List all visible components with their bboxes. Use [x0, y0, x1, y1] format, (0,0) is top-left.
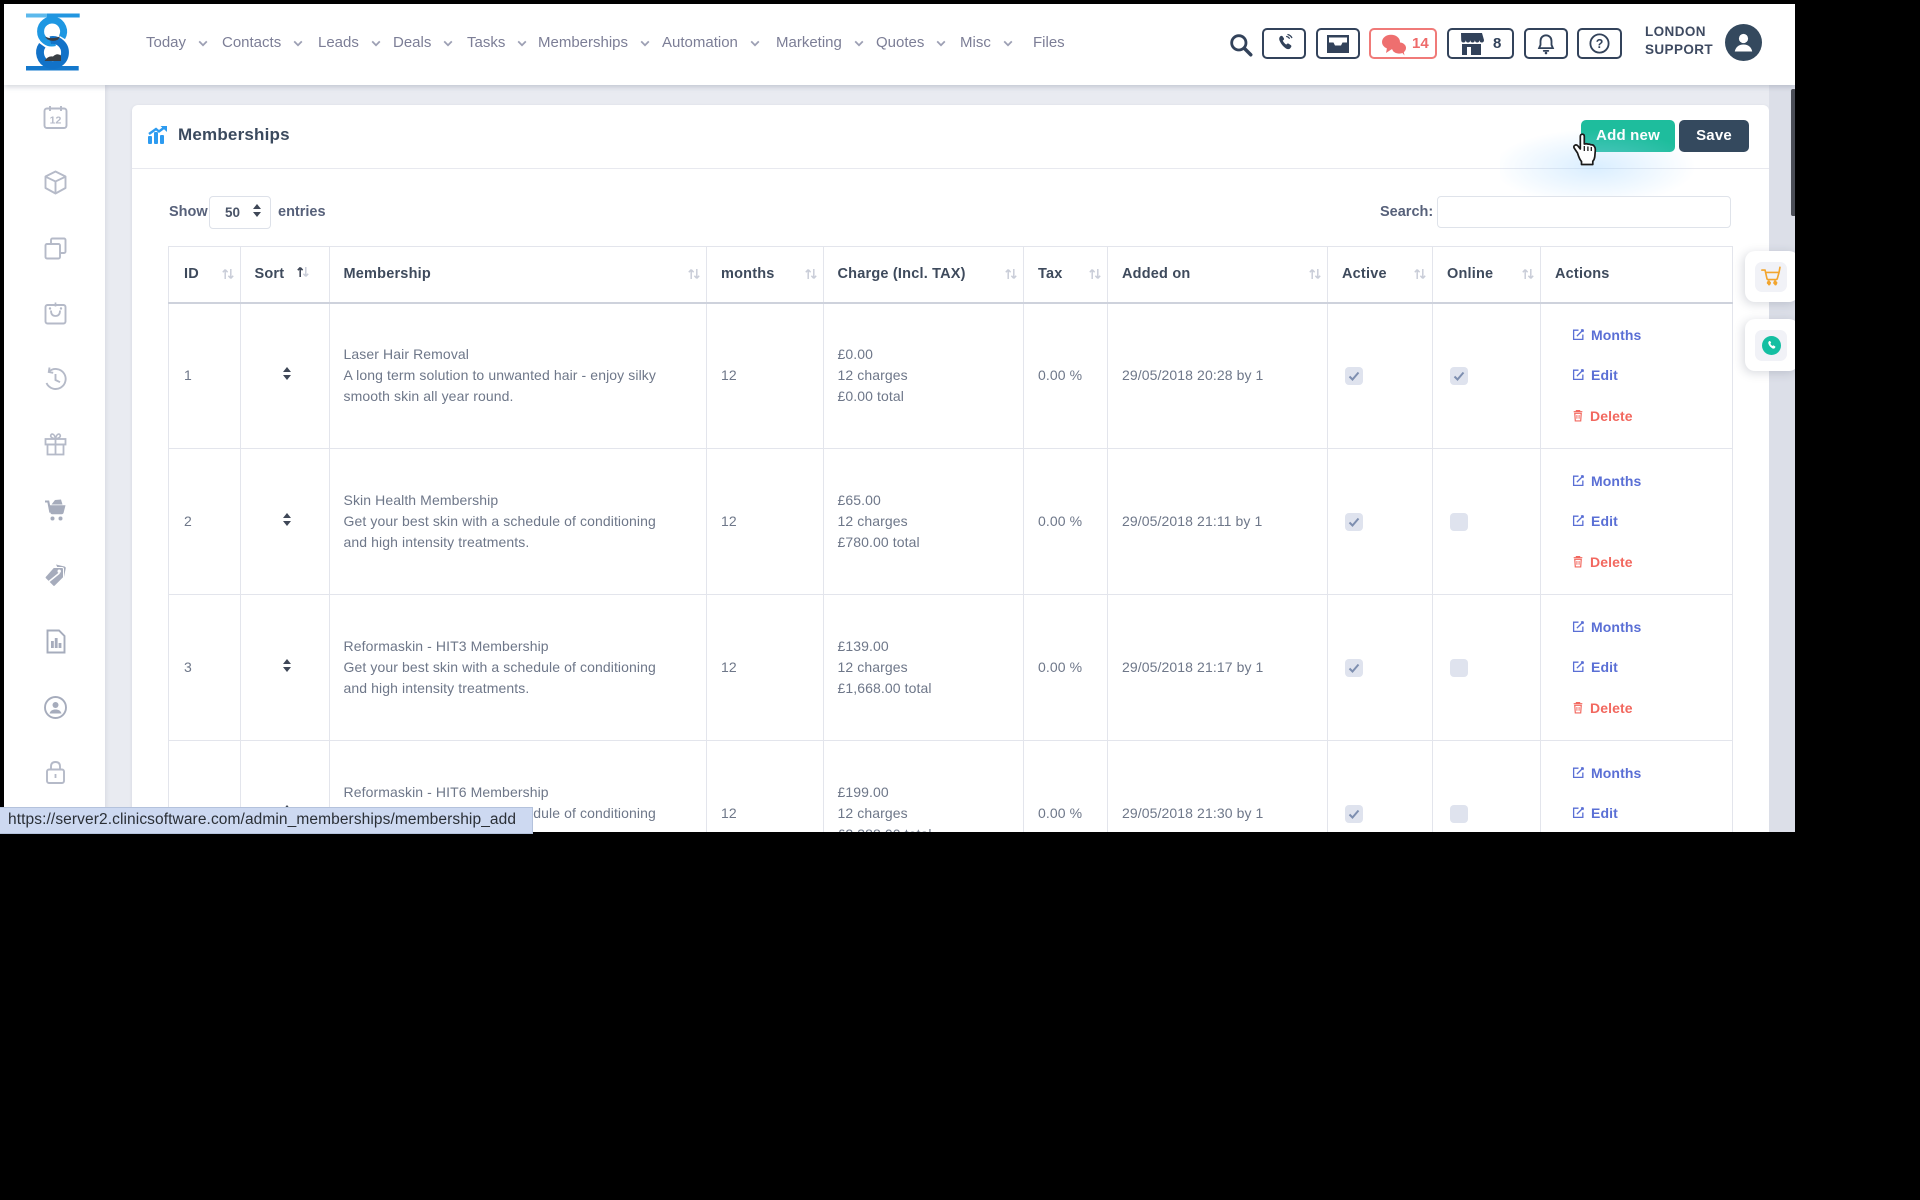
svg-text:?: ?: [1596, 37, 1604, 51]
svg-text:12: 12: [50, 115, 62, 127]
